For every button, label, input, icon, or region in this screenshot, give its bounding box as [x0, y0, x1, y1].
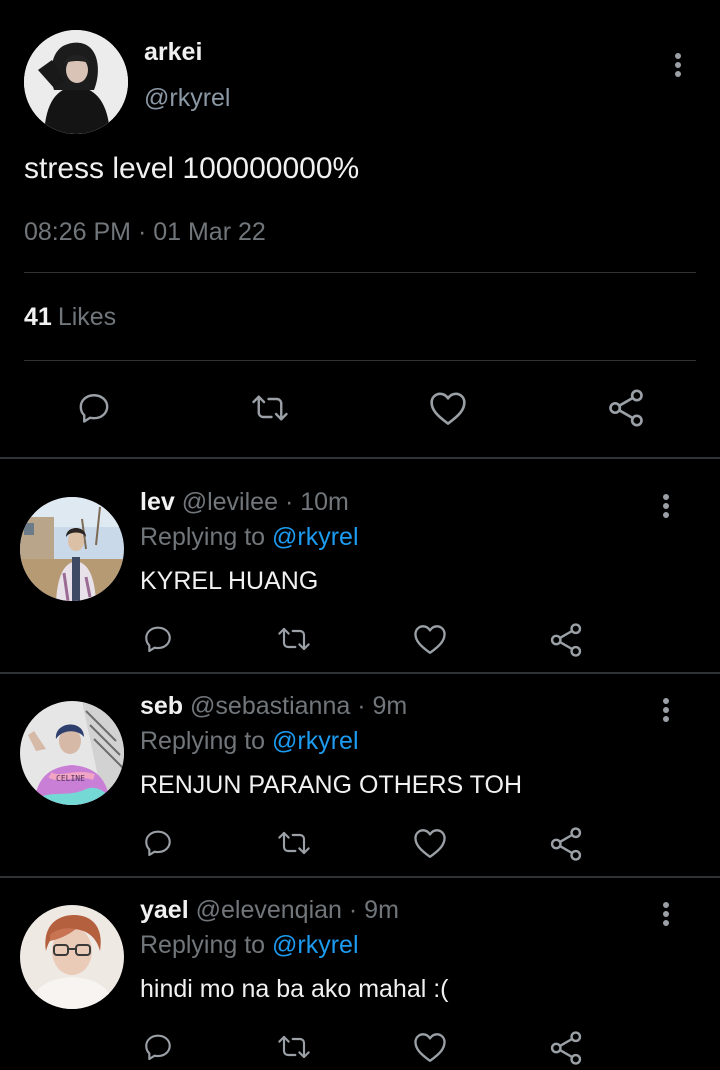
reply-author-name[interactable]: lev — [140, 488, 175, 516]
reply-tweet[interactable]: yael @elevenqian · 9m Replying to @rkyre… — [0, 881, 720, 1070]
share-icon[interactable] — [548, 1030, 584, 1066]
retweet-icon[interactable] — [274, 1031, 314, 1063]
separator — [0, 672, 720, 674]
avatar[interactable] — [20, 905, 124, 1009]
likes-stat[interactable]: 41 Likes — [24, 303, 116, 332]
reply-text: RENJUN PARANG OTHERS TOH — [140, 771, 522, 799]
reply-author-handle[interactable]: @sebastianna — [190, 692, 350, 720]
retweet-icon[interactable] — [274, 827, 314, 859]
retweet-icon[interactable] — [274, 623, 314, 655]
replying-to-mention[interactable]: @rkyrel — [272, 523, 359, 551]
avatar[interactable]: CELINE — [20, 701, 124, 805]
reply-header: yael @elevenqian · 9m — [140, 896, 399, 925]
avatar[interactable] — [24, 30, 128, 134]
reply-author-name[interactable]: yael — [140, 896, 189, 924]
replying-to-label: Replying to — [140, 931, 266, 959]
reply-text: hindi mo na ba ako mahal :( — [140, 975, 449, 1003]
more-vertical-icon[interactable] — [656, 695, 676, 725]
reply-time: · 10m — [284, 488, 349, 516]
reply-tweet[interactable]: CELINE seb @sebastianna · 9m Replying to… — [0, 677, 720, 881]
divider — [24, 360, 696, 361]
author-name[interactable]: arkei — [144, 38, 202, 67]
reply-icon[interactable] — [142, 827, 174, 859]
reply-header: seb @sebastianna · 9m — [140, 692, 407, 721]
reply-icon[interactable] — [142, 1031, 174, 1063]
retweet-icon[interactable] — [248, 390, 292, 426]
tweet-text: stress level 100000000% — [24, 152, 360, 185]
main-tweet: arkei @rkyrel stress level 100000000% 08… — [0, 0, 720, 458]
separator — [0, 457, 720, 459]
more-vertical-icon[interactable] — [656, 899, 676, 929]
reply-text: KYREL HUANG — [140, 567, 319, 595]
replying-to: Replying to @rkyrel — [140, 931, 359, 960]
reply-time: · 9m — [348, 896, 399, 924]
more-vertical-icon[interactable] — [668, 50, 688, 80]
reply-tweet[interactable]: lev @levilee · 10m Replying to @rkyrel K… — [0, 473, 720, 677]
heart-icon[interactable] — [412, 1031, 448, 1063]
likes-count: 41 — [24, 303, 52, 331]
reply-icon[interactable] — [142, 623, 174, 655]
more-vertical-icon[interactable] — [656, 491, 676, 521]
divider — [24, 272, 696, 273]
share-icon[interactable] — [606, 388, 646, 428]
tweet-thread-page: arkei @rkyrel stress level 100000000% 08… — [0, 0, 720, 1070]
reply-time: · 9m — [357, 692, 408, 720]
svg-text:CELINE: CELINE — [56, 774, 85, 783]
heart-icon[interactable] — [428, 390, 468, 426]
reply-author-handle[interactable]: @elevenqian — [196, 896, 342, 924]
replying-to: Replying to @rkyrel — [140, 523, 359, 552]
reply-author-name[interactable]: seb — [140, 692, 183, 720]
author-handle[interactable]: @rkyrel — [144, 84, 231, 113]
replying-to-label: Replying to — [140, 727, 266, 755]
separator — [0, 876, 720, 878]
avatar[interactable] — [20, 497, 124, 601]
tweet-timestamp: 08:26 PM · 01 Mar 22 — [24, 218, 266, 246]
reply-icon[interactable] — [76, 390, 112, 426]
reply-author-handle[interactable]: @levilee — [182, 488, 278, 516]
heart-icon[interactable] — [412, 623, 448, 655]
reply-header: lev @levilee · 10m — [140, 488, 349, 517]
replying-to-mention[interactable]: @rkyrel — [272, 727, 359, 755]
replying-to-mention[interactable]: @rkyrel — [272, 931, 359, 959]
replying-to: Replying to @rkyrel — [140, 727, 359, 756]
share-icon[interactable] — [548, 622, 584, 658]
heart-icon[interactable] — [412, 827, 448, 859]
share-icon[interactable] — [548, 826, 584, 862]
likes-label: Likes — [57, 303, 117, 331]
replying-to-label: Replying to — [140, 523, 266, 551]
